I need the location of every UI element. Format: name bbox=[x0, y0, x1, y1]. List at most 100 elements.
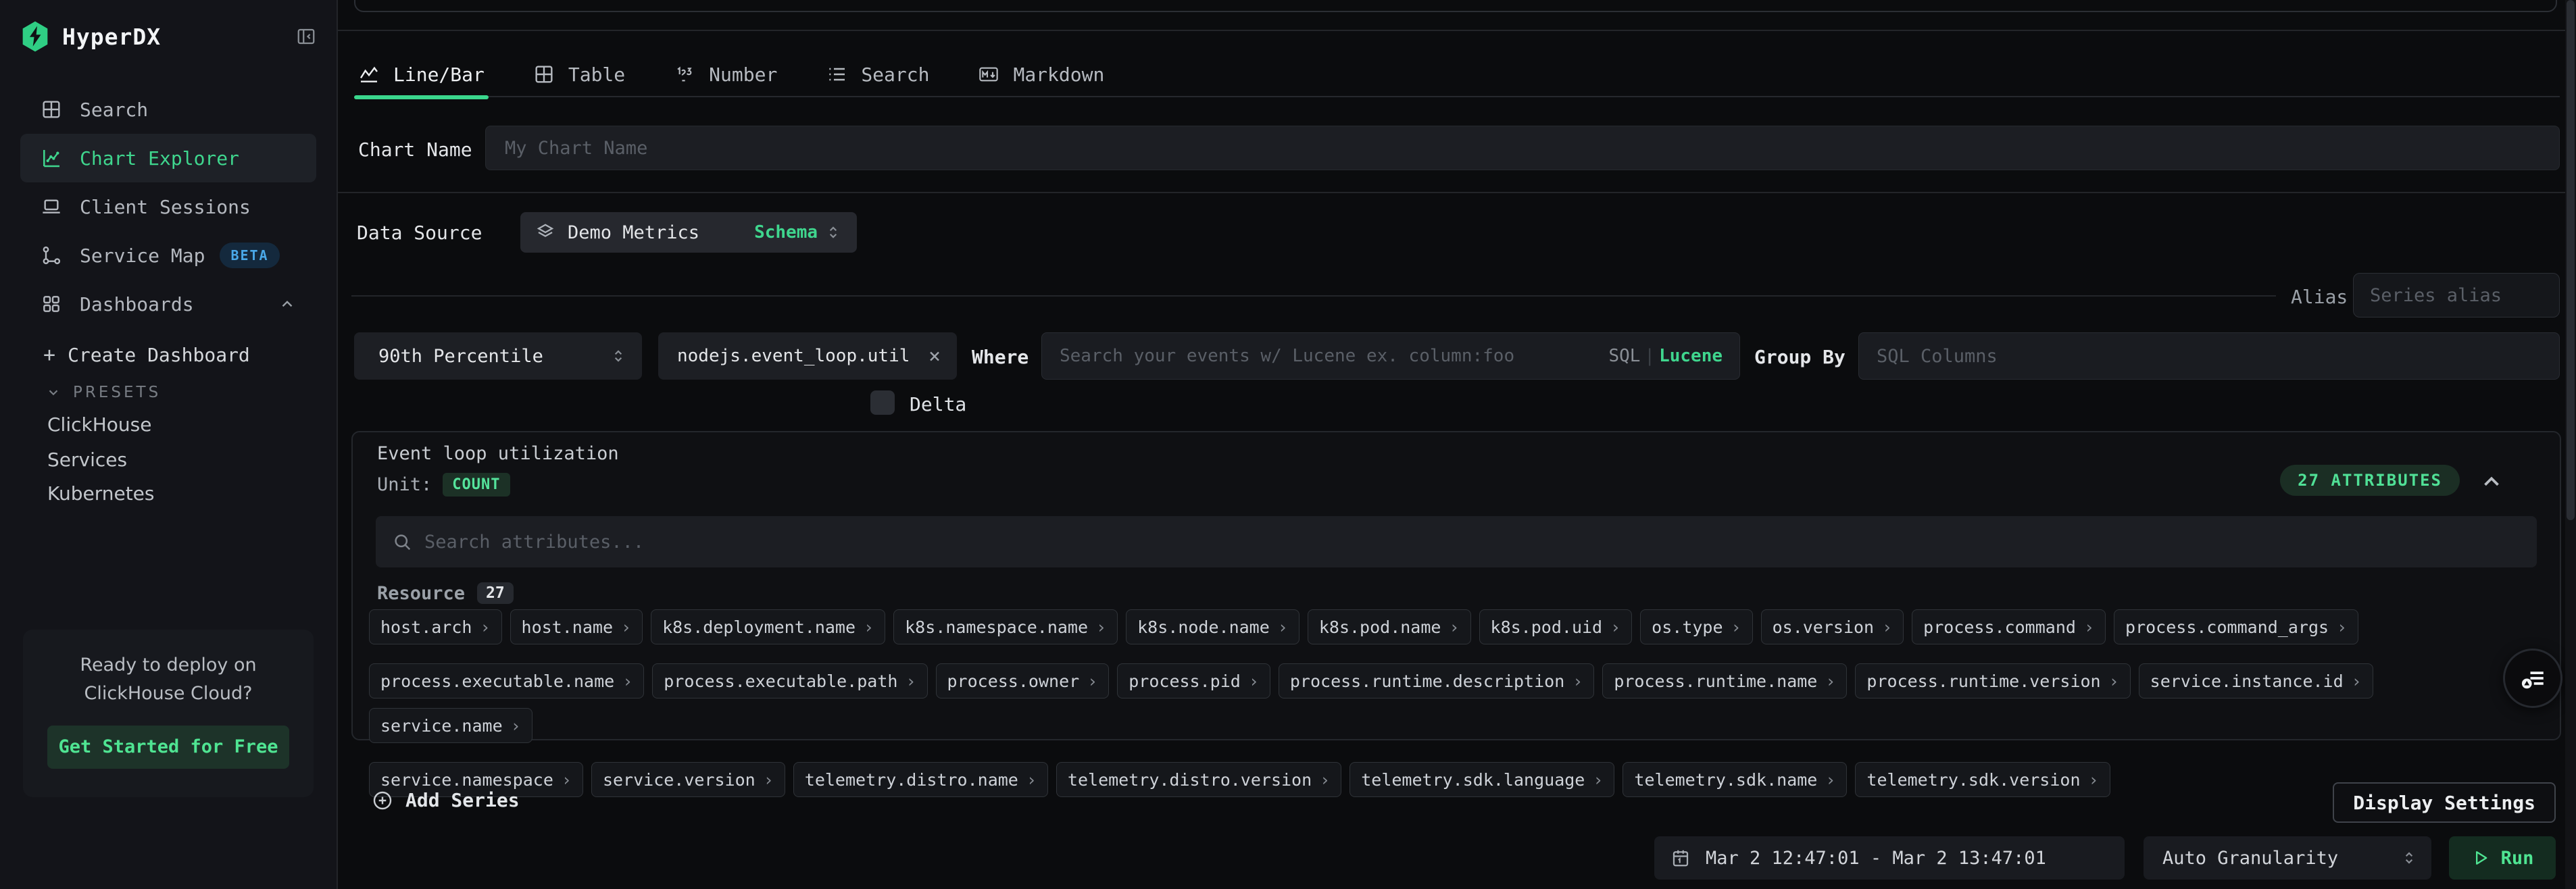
attribute-name: host.name bbox=[522, 617, 613, 637]
sidebar-item-client-sessions[interactable]: Client Sessions bbox=[20, 182, 316, 231]
sidebar-item-label: Dashboards bbox=[80, 293, 194, 315]
sidebar-item-chart-explorer[interactable]: Chart Explorer bbox=[20, 134, 316, 182]
attribute-chip[interactable]: k8s.pod.uid› bbox=[1479, 609, 1633, 644]
get-started-button[interactable]: Get Started for Free bbox=[47, 726, 289, 769]
group-by-label: Group By bbox=[1754, 346, 1846, 368]
aggregation-select[interactable]: 90th Percentile bbox=[354, 332, 642, 380]
tab-table[interactable]: Table bbox=[532, 53, 626, 96]
chevron-right-icon: › bbox=[1320, 770, 1330, 790]
chevron-right-icon: › bbox=[1096, 617, 1106, 637]
attribute-chip[interactable]: process.runtime.description › bbox=[1279, 663, 1594, 698]
attribute-chip[interactable]: telemetry.distro.name› bbox=[793, 762, 1048, 797]
schema-link[interactable]: Schema bbox=[754, 222, 818, 243]
attribute-name: process.executable.name bbox=[380, 671, 614, 691]
attribute-chip[interactable]: telemetry.sdk.language› bbox=[1349, 762, 1614, 797]
chevron-right-icon: › bbox=[1882, 617, 1892, 637]
attribute-chip[interactable]: os.version › bbox=[1761, 609, 1904, 644]
attribute-name: service.namespace bbox=[380, 770, 553, 790]
chevron-updown-icon bbox=[2400, 849, 2418, 867]
chart-name-input[interactable] bbox=[485, 126, 2560, 170]
attribute-chip[interactable]: telemetry.distro.version› bbox=[1056, 762, 1341, 797]
add-series-button[interactable]: Add Series bbox=[372, 789, 520, 811]
alias-input[interactable] bbox=[2353, 273, 2560, 318]
group-by-input[interactable] bbox=[1858, 332, 2560, 380]
attribute-chip[interactable]: k8s.pod.name› bbox=[1308, 609, 1471, 644]
chevron-up-icon[interactable] bbox=[2479, 469, 2504, 494]
attribute-chip[interactable]: telemetry.sdk.version› bbox=[1855, 762, 2110, 797]
attribute-chip[interactable]: k8s.deployment.name› bbox=[651, 609, 885, 644]
attribute-chip[interactable]: k8s.node.name› bbox=[1126, 609, 1299, 644]
granularity-select[interactable]: Auto Granularity bbox=[2144, 836, 2431, 880]
list-icon bbox=[826, 63, 847, 85]
presets-label: PRESETS bbox=[73, 384, 161, 401]
run-button[interactable]: Run bbox=[2449, 836, 2556, 880]
tab-number[interactable]: Number bbox=[672, 53, 778, 96]
lucene-toggle[interactable]: Lucene bbox=[1659, 346, 1723, 366]
resource-count-badge: 27 bbox=[477, 582, 514, 604]
alias-label: Alias bbox=[2291, 286, 2348, 308]
attribute-name: process.runtime.description bbox=[1290, 671, 1564, 691]
attribute-chip[interactable]: process.pid› bbox=[1117, 663, 1270, 698]
presets-header[interactable]: PRESETS bbox=[46, 384, 161, 401]
sidebar-item-dashboards[interactable]: Dashboards bbox=[20, 280, 316, 328]
remove-metric-icon[interactable]: × bbox=[928, 345, 941, 368]
sidebar-item-search[interactable]: Search bbox=[20, 85, 316, 134]
chevron-right-icon: › bbox=[1825, 770, 1835, 790]
chevron-right-icon: › bbox=[2352, 671, 2362, 691]
attribute-name: telemetry.sdk.language bbox=[1361, 770, 1585, 790]
attribute-name: process.runtime.name bbox=[1614, 671, 1817, 691]
attribute-name: telemetry.distro.name bbox=[805, 770, 1018, 790]
tab-markdown[interactable]: Markdown bbox=[976, 53, 1106, 96]
attributes-search-input[interactable] bbox=[424, 532, 2521, 553]
data-source-value: Demo Metrics bbox=[568, 222, 699, 243]
feedback-widget-button[interactable] bbox=[2503, 649, 2562, 708]
attribute-chip[interactable]: process.command› bbox=[1912, 609, 2106, 644]
attribute-chip[interactable]: service.version› bbox=[591, 762, 785, 797]
tab-search[interactable]: Search bbox=[824, 53, 931, 96]
attribute-name: os.type bbox=[1652, 617, 1723, 637]
chevron-right-icon: › bbox=[1731, 617, 1741, 637]
sidebar-item-label: Client Sessions bbox=[80, 196, 251, 218]
data-source-select[interactable]: Demo Metrics Schema bbox=[520, 212, 857, 253]
divider bbox=[338, 192, 2576, 193]
attribute-chip[interactable]: process.runtime.name› bbox=[1602, 663, 1847, 698]
create-dashboard-button[interactable]: + Create Dashboard bbox=[43, 343, 250, 367]
aggregation-value: 90th Percentile bbox=[378, 346, 543, 367]
preset-item-services[interactable]: Services bbox=[47, 449, 127, 471]
attribute-chip[interactable]: service.name› bbox=[369, 708, 532, 743]
line-chart-icon bbox=[358, 63, 380, 85]
attribute-chip[interactable]: service.instance.id› bbox=[2139, 663, 2373, 698]
attribute-chip[interactable]: process.executable.name› bbox=[369, 663, 644, 698]
display-settings-button[interactable]: Display Settings bbox=[2333, 782, 2556, 823]
chevron-right-icon: › bbox=[1572, 671, 1583, 691]
chevron-right-icon: › bbox=[2337, 617, 2347, 637]
chevron-right-icon: › bbox=[1449, 617, 1459, 637]
metric-tag[interactable]: nodejs.event_loop.util × bbox=[658, 332, 957, 380]
attribute-chip[interactable]: k8s.namespace.name› bbox=[893, 609, 1118, 644]
attribute-chip[interactable]: process.executable.path› bbox=[652, 663, 927, 698]
query-language-toggle: SQL|Lucene bbox=[1608, 346, 1723, 366]
attribute-chip[interactable]: telemetry.sdk.name› bbox=[1623, 762, 1847, 797]
preset-item-clickhouse[interactable]: ClickHouse bbox=[47, 413, 151, 436]
attribute-chip[interactable]: process.owner› bbox=[936, 663, 1110, 698]
unit-badge: COUNT bbox=[443, 473, 510, 497]
preset-item-kubernetes[interactable]: Kubernetes bbox=[47, 482, 155, 505]
scrollbar-thumb[interactable] bbox=[2567, 0, 2575, 520]
chevron-right-icon: › bbox=[2089, 770, 2099, 790]
time-range-picker[interactable]: Mar 2 12:47:01 - Mar 2 13:47:01 bbox=[1654, 836, 2125, 880]
metric-name: nodejs.event_loop.util bbox=[677, 346, 910, 366]
where-input-wrap: SQL|Lucene bbox=[1041, 332, 1740, 380]
attribute-chip[interactable]: host.arch› bbox=[369, 609, 502, 644]
sql-toggle[interactable]: SQL bbox=[1608, 346, 1640, 366]
tab-label: Number bbox=[709, 63, 777, 86]
attribute-name: os.version bbox=[1773, 617, 1875, 637]
delta-checkbox[interactable] bbox=[870, 390, 895, 415]
attribute-chip[interactable]: process.command_args› bbox=[2114, 609, 2358, 644]
attribute-chip[interactable]: host.name› bbox=[510, 609, 643, 644]
sidebar-item-service-map[interactable]: Service MapBETA bbox=[20, 231, 316, 280]
chevron-right-icon: › bbox=[764, 770, 774, 790]
sidebar-collapse-icon[interactable] bbox=[296, 26, 316, 47]
attribute-chip[interactable]: os.type › bbox=[1640, 609, 1752, 644]
tab-line-bar[interactable]: Line/Bar bbox=[357, 53, 486, 96]
attribute-chip[interactable]: process.runtime.version› bbox=[1855, 663, 2130, 698]
